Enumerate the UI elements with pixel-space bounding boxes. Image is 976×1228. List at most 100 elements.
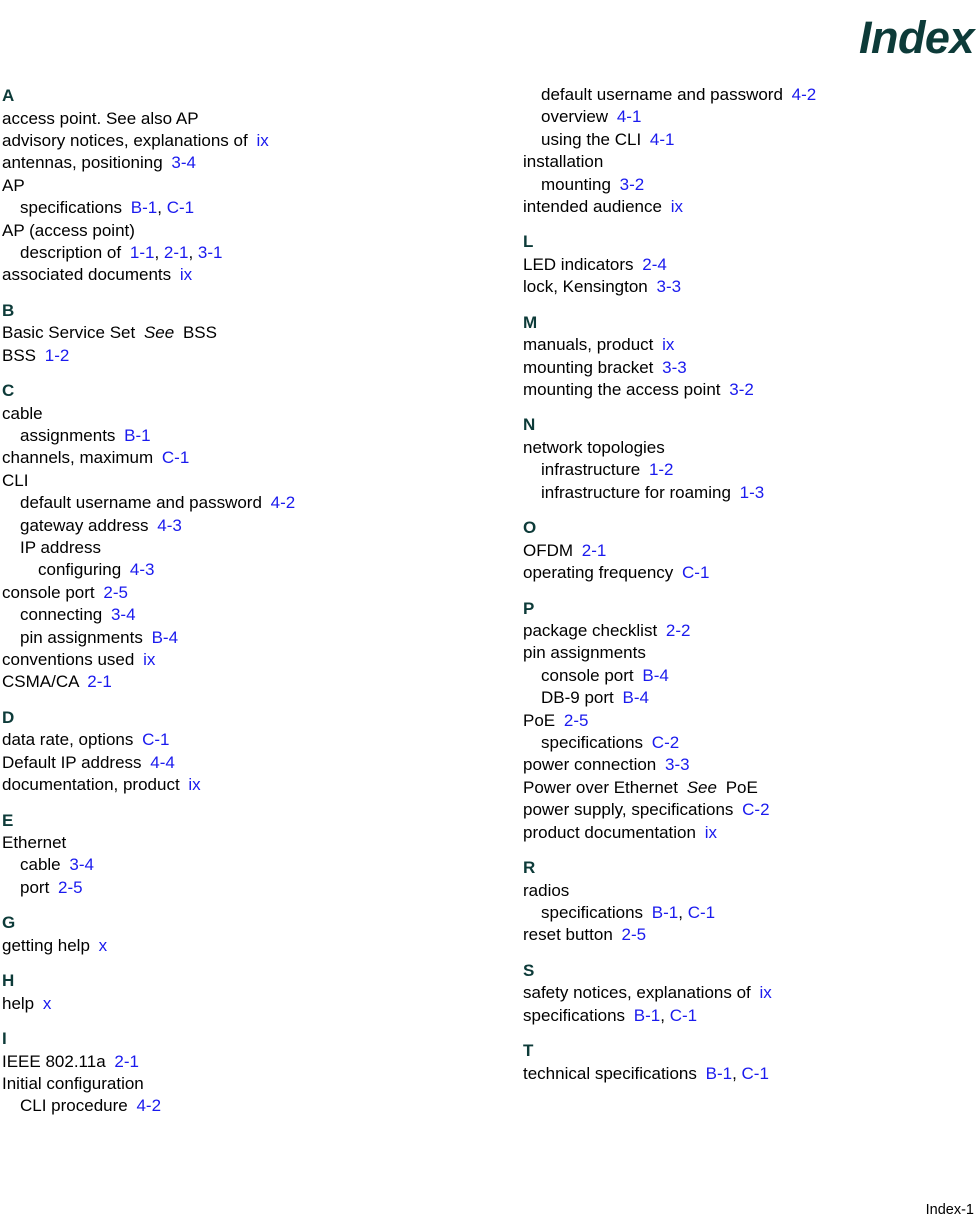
index-entry: AP (access point) (2, 220, 454, 242)
page-reference-link[interactable]: 4-3 (130, 560, 155, 579)
index-entry: reset button 2-5 (523, 924, 975, 946)
page-reference-link[interactable]: 2-1 (87, 672, 112, 691)
index-entry: infrastructure 1-2 (523, 459, 975, 481)
page-reference-link[interactable]: C-1 (670, 1006, 697, 1025)
page-reference-link[interactable]: 3-1 (198, 243, 223, 262)
page-reference-link[interactable]: 4-2 (271, 493, 296, 512)
page-reference-link[interactable]: 4-1 (617, 107, 642, 126)
page-reference-link[interactable]: B-4 (642, 666, 668, 685)
page-reference-link[interactable]: 4-1 (650, 130, 675, 149)
ref-separator: , (678, 902, 688, 922)
page-reference-link[interactable]: 3-3 (656, 277, 681, 296)
page-reference-link[interactable]: 3-4 (171, 153, 196, 172)
page-reference-link[interactable]: 3-4 (69, 855, 94, 874)
page-reference-link[interactable]: B-1 (131, 198, 157, 217)
index-entry: OFDM 2-1 (523, 540, 975, 562)
section-letter-h: H (2, 971, 15, 991)
index-entry-term: console port (2, 582, 95, 602)
page-reference-link[interactable]: 2-5 (622, 925, 647, 944)
page-reference-link[interactable]: C-1 (142, 730, 169, 749)
index-entry-term: manuals, product (523, 335, 654, 355)
page-reference-link[interactable]: ix (662, 335, 674, 354)
page-reference-link[interactable]: ix (671, 197, 683, 216)
index-entry-term: default username and password (20, 493, 262, 513)
page-reference-link[interactable]: C-1 (742, 1064, 769, 1083)
index-entry-refs: ix (662, 335, 674, 354)
index-section: Ccable assignments B-1 channels, maximum C… (2, 379, 454, 694)
index-entry: using the CLI 4-1 (523, 129, 975, 151)
index-entry: IP address (2, 537, 454, 559)
page-reference-link[interactable]: 4-3 (157, 516, 182, 535)
index-entry-refs: B-1, C-1 (652, 903, 715, 922)
page-reference-link[interactable]: 2-1 (114, 1052, 139, 1071)
index-entry-term: pin assignments (523, 643, 646, 663)
page-reference-link[interactable]: 1-1 (130, 243, 155, 262)
page-reference-link[interactable]: C-1 (682, 563, 709, 582)
index-entry-term: power connection (523, 755, 657, 775)
index-entry-refs: 3-2 (620, 175, 645, 194)
index-entry-term: description of (20, 242, 122, 262)
page-reference-link[interactable]: B-1 (634, 1006, 660, 1025)
page-reference-link[interactable]: C-2 (742, 800, 769, 819)
index-page: Index Aaccess point. See also AP advisory… (0, 0, 976, 1228)
page-reference-link[interactable]: ix (759, 983, 771, 1002)
index-entry-term: operating frequency (523, 563, 674, 583)
page-reference-link[interactable]: 1-2 (45, 346, 70, 365)
index-entry-refs: 2-5 (564, 711, 589, 730)
page-reference-link[interactable]: 2-5 (58, 878, 83, 897)
ref-separator: , (188, 242, 198, 262)
page-reference-link[interactable]: C-1 (162, 448, 189, 467)
index-entry-refs: 2-1 (582, 541, 607, 560)
index-entry-term: overview (541, 107, 609, 127)
index-entry-term: AP (access point) (2, 220, 135, 240)
page-reference-link[interactable]: 4-4 (150, 753, 175, 772)
page-reference-link[interactable]: C-1 (167, 198, 194, 217)
index-section: Nnetwork topologies infrastructure 1-2 inf… (523, 413, 975, 504)
index-entry-term: lock, Kensington (523, 277, 648, 297)
page-reference-link[interactable]: C-1 (688, 903, 715, 922)
index-entry-refs: ix (188, 775, 200, 794)
page-reference-link[interactable]: B-1 (652, 903, 678, 922)
index-entry: DB-9 port B-4 (523, 687, 975, 709)
page-reference-link[interactable]: ix (180, 265, 192, 284)
page-reference-link[interactable]: ix (705, 823, 717, 842)
index-entry-refs: 2-4 (642, 255, 667, 274)
page-reference-link[interactable]: 2-1 (582, 541, 607, 560)
index-entry: Default IP address 4-4 (2, 752, 454, 774)
index-entry: specifications B-1, C-1 (2, 197, 454, 219)
page-reference-link[interactable]: 3-2 (620, 175, 645, 194)
page-reference-link[interactable]: 4-2 (136, 1096, 161, 1115)
page-reference-link[interactable]: B-4 (622, 688, 648, 707)
page-reference-link[interactable]: 3-2 (729, 380, 754, 399)
page-reference-link[interactable]: x (43, 994, 52, 1013)
page-reference-link[interactable]: 3-3 (665, 755, 690, 774)
page-reference-link[interactable]: 3-4 (111, 605, 136, 624)
section-letter-g: G (2, 913, 16, 933)
page-reference-link[interactable]: 2-2 (666, 621, 691, 640)
index-entry: connecting 3-4 (2, 604, 454, 626)
index-entry-refs: C-1 (142, 730, 169, 749)
index-entry: help x (2, 993, 454, 1015)
page-reference-link[interactable]: 2-4 (642, 255, 667, 274)
index-entry: CLI (2, 470, 454, 492)
page-reference-link[interactable]: B-4 (152, 628, 178, 647)
page-reference-link[interactable]: x (99, 936, 108, 955)
page-reference-link[interactable]: B-1 (706, 1064, 732, 1083)
page-reference-link[interactable]: 2-1 (164, 243, 189, 262)
index-entry-term: conventions used (2, 650, 135, 670)
page-reference-link[interactable]: 3-3 (662, 358, 687, 377)
page-reference-link[interactable]: B-1 (124, 426, 150, 445)
index-section: L LED indicators 2-4 lock, Kensington 3-3 (523, 230, 975, 298)
page-reference-link[interactable]: C-2 (652, 733, 679, 752)
index-entry: AP (2, 175, 454, 197)
index-section: Ddata rate, options C-1 Default IP addres… (2, 706, 454, 797)
page-reference-link[interactable]: 1-2 (649, 460, 674, 479)
page-reference-link[interactable]: 4-2 (792, 85, 817, 104)
index-entry-refs: 2-5 (58, 878, 83, 897)
page-reference-link[interactable]: 2-5 (564, 711, 589, 730)
page-reference-link[interactable]: ix (256, 131, 268, 150)
page-reference-link[interactable]: 1-3 (740, 483, 765, 502)
page-reference-link[interactable]: ix (188, 775, 200, 794)
page-reference-link[interactable]: ix (143, 650, 155, 669)
page-reference-link[interactable]: 2-5 (103, 583, 128, 602)
